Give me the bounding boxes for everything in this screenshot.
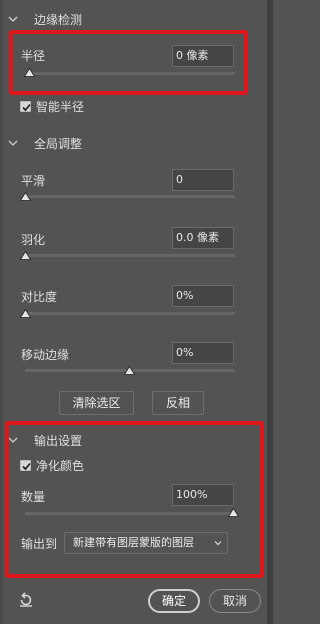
amount-label: 数量 xyxy=(21,490,46,504)
checkmark-icon xyxy=(22,462,31,471)
panel-scrollbar[interactable] xyxy=(267,0,273,624)
radius-label: 半径 xyxy=(21,49,46,63)
section-title-output-settings[interactable]: 输出设置 xyxy=(34,432,82,449)
shift-edge-label: 移动边缘 xyxy=(21,348,70,362)
output-to-label: 输出到 xyxy=(21,537,58,551)
cancel-button[interactable]: 取消 xyxy=(209,589,261,613)
decontaminate-checkbox[interactable] xyxy=(20,460,31,471)
smart-radius-checkbox[interactable] xyxy=(20,101,31,112)
ok-button[interactable]: 确定 xyxy=(148,589,200,613)
chevron-down-icon[interactable] xyxy=(8,138,18,148)
chevron-down-icon[interactable] xyxy=(8,435,18,445)
contrast-slider-thumb[interactable] xyxy=(20,309,31,318)
contrast-input[interactable]: 0% xyxy=(172,285,234,307)
section-title-global-refine[interactable]: 全局调整 xyxy=(34,135,82,152)
output-to-select[interactable]: 新建带有图层蒙版的图层 xyxy=(64,532,228,554)
reset-icon[interactable] xyxy=(17,591,35,609)
decontaminate-label: 净化颜色 xyxy=(36,459,85,473)
amount-input[interactable]: 100% xyxy=(172,484,234,506)
invert-button[interactable]: 反相 xyxy=(152,391,204,415)
panel-left-edge xyxy=(0,0,3,624)
feather-slider-thumb[interactable] xyxy=(20,251,31,260)
feather-label: 羽化 xyxy=(21,233,46,247)
smooth-input[interactable]: 0 xyxy=(172,169,234,191)
checkmark-icon xyxy=(22,103,31,112)
contrast-slider-track[interactable] xyxy=(25,312,235,315)
radius-slider-thumb[interactable] xyxy=(24,68,35,77)
section-title-edge-detection[interactable]: 边缘检测 xyxy=(34,11,82,28)
feather-input[interactable]: 0.0 像素 xyxy=(172,227,234,249)
clear-selection-button[interactable]: 清除选区 xyxy=(59,391,134,415)
output-to-value: 新建带有图层蒙版的图层 xyxy=(73,536,194,549)
feather-slider-track[interactable] xyxy=(25,254,235,257)
amount-slider-track[interactable] xyxy=(25,512,235,515)
shift-edge-input[interactable]: 0% xyxy=(172,342,234,364)
amount-slider-thumb[interactable] xyxy=(228,508,239,517)
radius-input[interactable]: 0 像素 xyxy=(172,45,234,67)
shift-edge-slider-thumb[interactable] xyxy=(124,366,135,375)
smart-radius-label: 智能半径 xyxy=(36,100,85,114)
chevron-down-icon xyxy=(214,541,222,546)
smooth-slider-thumb[interactable] xyxy=(20,192,31,201)
radius-slider-track[interactable] xyxy=(25,72,235,75)
smooth-slider-track[interactable] xyxy=(25,195,235,198)
chevron-down-icon[interactable] xyxy=(8,14,18,24)
contrast-label: 对比度 xyxy=(21,290,58,304)
smooth-label: 平滑 xyxy=(21,174,46,188)
